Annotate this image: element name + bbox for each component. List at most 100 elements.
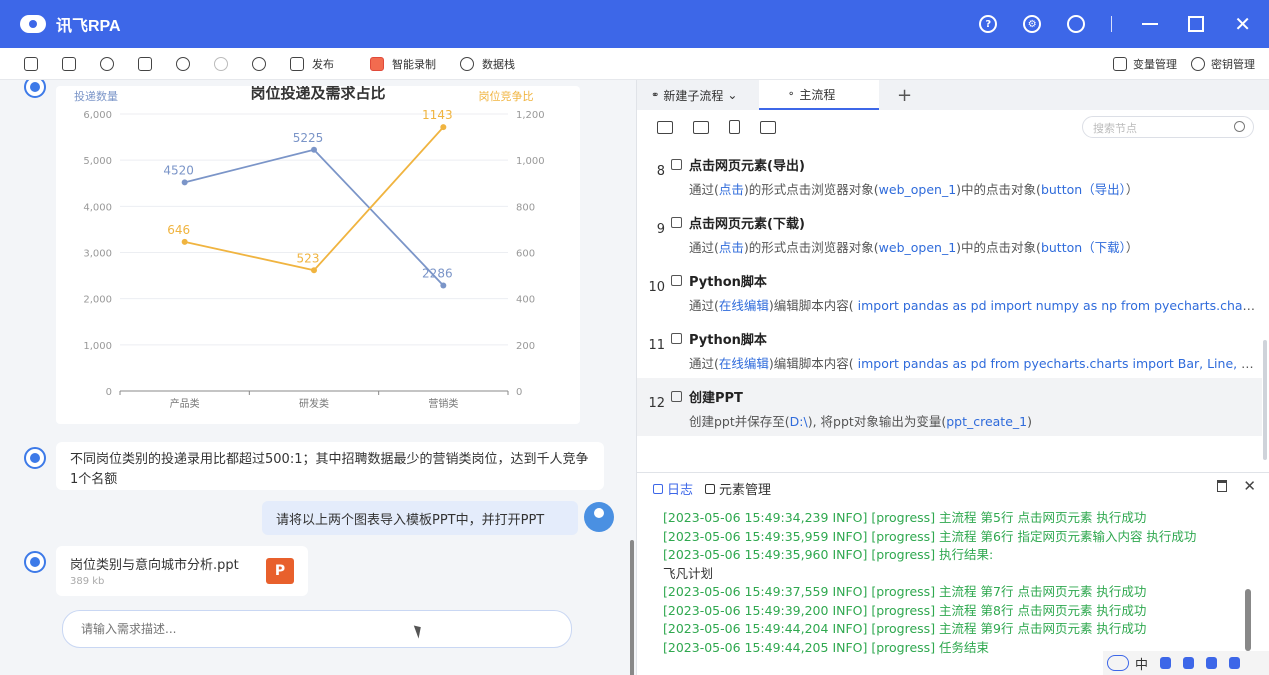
microphone-icon[interactable] (1183, 657, 1195, 669)
ppt-file-icon[interactable]: P (266, 558, 294, 584)
flow-panel: ⚭ 新建子流程 ⌄ ⚬ 主流程 + 搜索节点 8 点击网页元素(导出) 通过(点击)的形式… (636, 80, 1269, 675)
step-type-icon (671, 391, 682, 402)
publish-button[interactable]: 发布 (266, 56, 334, 72)
step-number: 9 (656, 222, 665, 237)
step-number: 12 (648, 396, 665, 411)
bot-avatar-icon (24, 80, 46, 98)
subflow-icon: ⚭ (651, 89, 660, 101)
search-icon[interactable] (1234, 121, 1245, 132)
punctuation-icon[interactable] (1160, 657, 1172, 669)
redo-icon[interactable] (214, 56, 228, 71)
refresh-icon[interactable] (252, 56, 266, 71)
step-title: Python脚本 (689, 333, 767, 348)
step-title: 点击网页元素(下载) (689, 217, 805, 232)
tab-new-subflow[interactable]: ⚭ 新建子流程 ⌄ (637, 80, 759, 110)
bot-avatar-icon (24, 551, 46, 573)
tab-log[interactable]: 日志 (653, 479, 693, 498)
variable-manage-button[interactable]: 变量管理 (1113, 56, 1177, 72)
group-node-icon[interactable] (760, 120, 776, 134)
requirement-input[interactable] (62, 610, 572, 648)
step-type-icon (671, 275, 682, 286)
left-axis-label: 投递数量 (74, 89, 118, 103)
flow-step[interactable]: 10 Python脚本 通过(在线编辑)编辑脚本内容( import pandas … (637, 262, 1262, 320)
flow-step[interactable]: 8 点击网页元素(导出) 通过(点击)的形式点击浏览器对象(web_open_1)中… (637, 146, 1262, 204)
chat-panel: 岗位投递及需求占比 投递数量 岗位竞争比 0 1,000 2,000 3,000 4,0… (0, 80, 634, 675)
home-icon[interactable] (24, 56, 38, 71)
data-label: 523 (297, 251, 320, 265)
data-point (181, 238, 188, 245)
flow-icon: ⚬ (787, 88, 796, 100)
data-stack-label: 数据栈 (482, 57, 515, 71)
maximize-button[interactable] (1188, 16, 1205, 32)
search-node-placeholder: 搜索节点 (1093, 122, 1137, 135)
search-node-input[interactable]: 搜索节点 (1082, 116, 1254, 138)
chevron-down-icon: ⌄ (727, 88, 738, 102)
bot-message: 不同岗位类别的投递录用比都超过500:1；其中招聘数据最少的营销类岗位，达到千人… (56, 442, 604, 490)
step-type-icon (671, 217, 682, 228)
tab-main-flow-label: 主流程 (799, 87, 836, 102)
step-description: 创建ppt并保存至(D:\), 将ppt对象输出为变量(ppt_create_1… (689, 414, 1032, 429)
log-lines: [2023-05-06 15:49:34,239 INFO] [progress… (663, 507, 1243, 655)
ime-icon[interactable] (1107, 655, 1129, 671)
data-point (440, 282, 447, 289)
copy-node-icon[interactable] (693, 120, 709, 134)
file-name: 岗位类别与意向城市分析.ppt (70, 558, 239, 573)
step-title: 点击网页元素(导出) (689, 159, 805, 174)
tab-new-subflow-label: 新建子流程 (663, 88, 724, 103)
data-stack-button[interactable]: 数据栈 (436, 56, 515, 72)
user-account-icon[interactable] (1067, 15, 1086, 33)
minimize-button[interactable] (1142, 23, 1159, 25)
tab-main-flow[interactable]: ⚬ 主流程 (759, 80, 879, 110)
grid-menu-icon[interactable] (1229, 657, 1241, 669)
user-icon[interactable] (1206, 657, 1218, 669)
log-panel: 日志 元素管理 ✕ [2023-05-06 15:49:34,239 INFO]… (637, 472, 1269, 675)
tab-element-manage[interactable]: 元素管理 (705, 479, 771, 498)
data-point (181, 179, 188, 186)
close-button[interactable]: ✕ (1234, 14, 1251, 34)
category-label: 产品类 (170, 397, 200, 410)
element-icon (705, 483, 716, 494)
step-number: 11 (648, 338, 665, 353)
log-scrollbar[interactable] (1245, 589, 1251, 651)
flow-step[interactable]: 9 点击网页元素(下载) 通过(点击)的形式点击浏览器对象(web_open_1)中… (637, 204, 1262, 262)
log-line: [2023-05-06 15:49:37,559 INFO] [progress… (663, 584, 1147, 599)
app-title: 讯飞RPA (56, 18, 121, 35)
data-label: 4520 (163, 163, 194, 177)
log-line: [2023-05-06 15:49:35,959 INFO] [progress… (663, 528, 1197, 544)
category-label: 研发类 (299, 397, 329, 410)
settings-icon[interactable]: ⚙ (1023, 15, 1042, 33)
clear-log-icon[interactable] (1217, 480, 1228, 492)
add-tab-button[interactable]: + (879, 80, 930, 110)
insert-node-icon[interactable] (657, 120, 673, 134)
step-title: Python脚本 (689, 275, 767, 290)
right-tick-label: 1,000 (516, 156, 545, 167)
record-icon (370, 56, 384, 71)
smart-record-button[interactable]: 智能录制 (346, 56, 436, 72)
step-number: 8 (656, 164, 665, 179)
data-label: 2286 (422, 266, 453, 280)
close-log-icon[interactable]: ✕ (1243, 477, 1256, 495)
right-tick-label: 600 (516, 249, 535, 260)
debug-settings-icon[interactable] (138, 56, 152, 71)
save-icon[interactable] (62, 56, 76, 71)
flow-step[interactable]: 12 创建PPT 创建ppt并保存至(D:\), 将ppt对象输出为变量(ppt_c… (637, 378, 1262, 436)
help-icon[interactable]: ? (979, 15, 998, 33)
key-manage-button[interactable]: 密钥管理 (1191, 56, 1255, 72)
chat-scrollbar[interactable] (630, 540, 634, 675)
align-icon[interactable] (729, 120, 740, 134)
ime-language[interactable]: 中 (1135, 654, 1148, 673)
data-point (440, 124, 447, 131)
flow-step[interactable]: 11 Python脚本 通过(在线编辑)编辑脚本内容( import pandas … (637, 320, 1262, 378)
right-tick-label: 400 (516, 295, 535, 306)
line-chart: 岗位投递及需求占比 投递数量 岗位竞争比 0 1,000 2,000 3,000 4,0… (74, 84, 545, 410)
data-label: 5225 (293, 131, 324, 145)
undo-icon[interactable] (176, 56, 190, 71)
file-size: 389 kb (70, 576, 105, 587)
system-tray: 中 (1103, 651, 1269, 675)
data-point (311, 146, 317, 153)
flow-scrollbar[interactable] (1263, 340, 1267, 460)
run-icon[interactable] (100, 56, 114, 71)
right-tick-label: 200 (516, 341, 535, 352)
flow-steps: 8 点击网页元素(导出) 通过(点击)的形式点击浏览器对象(web_open_1)中… (637, 146, 1262, 436)
file-card[interactable]: 岗位类别与意向城市分析.ppt 389 kb P (56, 546, 308, 596)
